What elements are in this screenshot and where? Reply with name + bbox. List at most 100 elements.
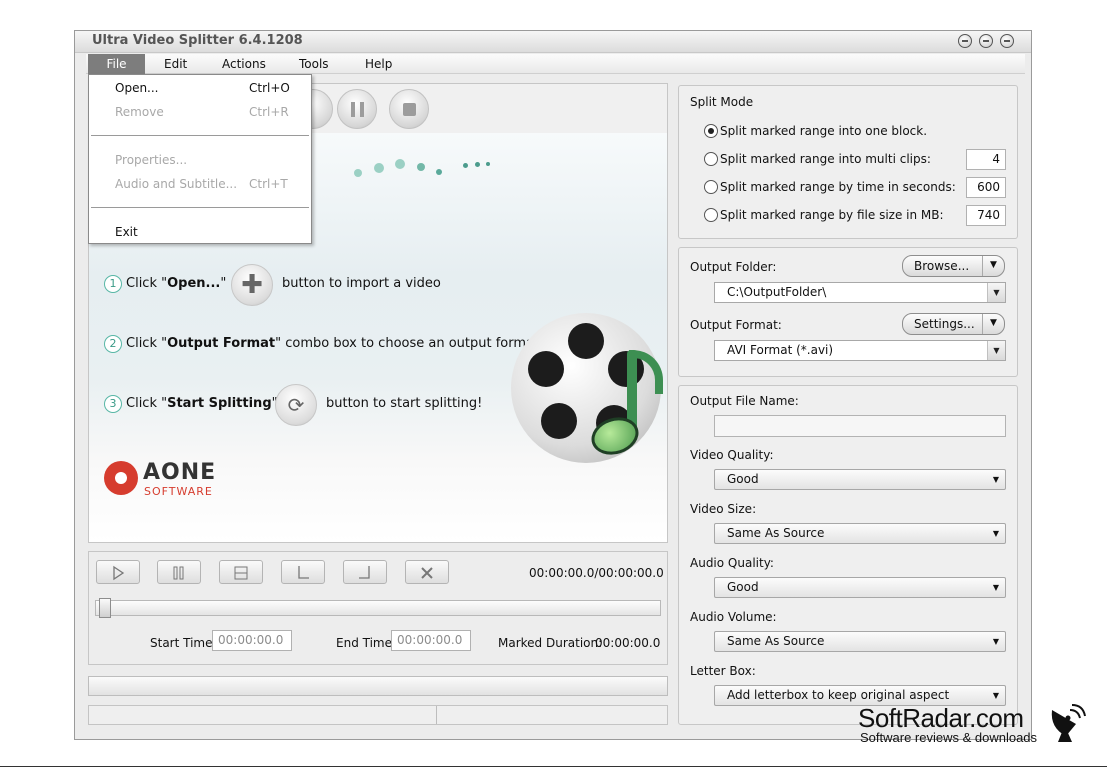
close-button[interactable] [1000,34,1014,48]
menu-item-audio-subtitle[interactable]: Audio and Subtitle... Ctrl+T [89,173,311,195]
satellite-dish-icon [1051,704,1086,742]
logo-subtext: SOFTWARE [144,485,213,498]
seek-slider[interactable] [95,600,661,616]
output-file-name-input[interactable] [714,415,1006,437]
decor-dot [395,159,405,169]
mark-end-icon [359,566,370,579]
mark-start-icon [298,566,309,579]
stop-button[interactable] [219,560,263,584]
chevron-down-icon: ▼ [992,583,999,592]
step-number: 3 [104,395,122,413]
stop-toolbar-button[interactable] [389,89,429,129]
time-seconds-input[interactable]: 600 [966,177,1006,198]
menu-help[interactable]: Help [355,54,402,74]
audio-quality-label: Audio Quality: [690,556,774,570]
browse-button[interactable]: Browse... ▼ [902,255,1005,277]
decor-dot [436,169,442,175]
minimize-button[interactable] [958,34,972,48]
play-icon [113,565,125,581]
logo-text: AONE [143,460,217,485]
step-keyword: Open... [167,276,221,291]
split-option-by-size[interactable]: Split marked range by file size in MB: [704,207,944,225]
chevron-down-icon: ▼ [982,256,1004,276]
start-time-label: Start Time: [150,636,217,650]
start-time-field[interactable]: 00:00:00.0 [212,630,292,651]
marked-duration-value: 00:00:00.0 [595,636,661,650]
mark-end-button[interactable] [343,560,387,584]
letter-box-label: Letter Box: [690,664,756,678]
video-size-select[interactable]: Same As Source ▼ [714,523,1006,544]
window-title: Ultra Video Splitter 6.4.1208 [92,33,303,48]
chevron-down-icon: ▼ [992,529,999,538]
menu-separator [91,207,309,208]
menu-edit[interactable]: Edit [154,54,197,74]
output-file-name-label: Output File Name: [690,394,799,408]
split-mode-panel: Split Mode Split marked range into one b… [678,85,1018,239]
menu-item-remove[interactable]: Remove Ctrl+R [89,101,311,123]
stop-icon [234,566,248,580]
stop-icon [403,103,416,116]
watermark-subtitle: Software reviews & downloads [860,730,1038,745]
chevron-down-icon[interactable]: ▼ [987,283,1005,302]
step-keyword: Output Format [167,336,276,351]
refresh-icon: ⟳ [275,384,317,426]
chevron-down-icon: ▼ [992,475,999,484]
output-folder-combo[interactable]: C:\OutputFolder\ ▼ [714,282,1006,303]
file-menu-dropdown: Open... Ctrl+O Remove Ctrl+R Properties.… [88,74,312,244]
split-option-multi-clips[interactable]: Split marked range into multi clips: [704,151,931,169]
aone-logo-icon [104,461,138,495]
mark-start-button[interactable] [281,560,325,584]
menu-item-open[interactable]: Open... Ctrl+O [89,77,311,99]
menu-tools[interactable]: Tools [289,54,339,74]
output-format-label: Output Format: [690,318,782,332]
chevron-down-icon: ▼ [992,637,999,646]
chevron-down-icon[interactable]: ▼ [987,341,1005,360]
app-window: Ultra Video Splitter 6.4.1208 File Edit … [74,30,1032,740]
step-number: 1 [104,275,122,293]
split-option-one-block[interactable]: Split marked range into one block. [704,123,927,141]
decor-dot [354,169,362,177]
player-panel: 00:00:00.0/00:00:00.0 Start Time: 00:00:… [88,551,668,665]
pause-button[interactable] [157,560,201,584]
radio-button[interactable] [704,152,718,166]
end-time-field[interactable]: 00:00:00.0 [391,630,471,651]
chevron-down-icon: ▼ [982,314,1004,334]
output-format-combo[interactable]: AVI Format (*.avi) ▼ [714,340,1006,361]
file-size-mb-input[interactable]: 740 [966,205,1006,226]
multi-clips-count-input[interactable]: 4 [966,149,1006,170]
pause-icon [351,102,364,117]
radio-button[interactable] [704,208,718,222]
encoding-options-panel: Output File Name: Video Quality: Good ▼ … [678,385,1018,725]
audio-volume-select[interactable]: Same As Source ▼ [714,631,1006,652]
radio-button[interactable] [704,124,718,138]
menu-item-exit[interactable]: Exit [89,221,311,243]
pause-icon [173,566,184,580]
seek-slider-thumb[interactable] [99,598,111,618]
step-1: 1 Click "Open..." [104,273,226,295]
pause-toolbar-button[interactable] [337,89,377,129]
split-option-by-time[interactable]: Split marked range by time in seconds: [704,179,956,197]
decor-dot [486,162,490,166]
settings-button[interactable]: Settings... ▼ [902,313,1005,335]
radio-button[interactable] [704,180,718,194]
status-bar [88,705,668,725]
title-bar: Ultra Video Splitter 6.4.1208 [75,31,1031,53]
video-quality-select[interactable]: Good ▼ [714,469,1006,490]
maximize-button[interactable] [979,34,993,48]
clear-marks-button[interactable] [405,560,449,584]
video-size-label: Video Size: [690,502,757,516]
step-number: 2 [104,335,122,353]
step-2: 2 Click "Output Format" combo box to choo… [104,333,539,355]
menu-file[interactable]: File [88,54,145,74]
progress-bar [88,676,668,696]
menu-item-properties[interactable]: Properties... [89,149,311,171]
video-quality-label: Video Quality: [690,448,774,462]
marked-duration-label: Marked Duration: [498,636,603,650]
decor-dot [463,163,468,168]
close-icon [421,567,433,579]
menu-actions[interactable]: Actions [212,54,276,74]
audio-quality-select[interactable]: Good ▼ [714,577,1006,598]
step-1-suffix: button to import a video [282,276,441,291]
add-icon: ✚ [231,264,273,306]
play-button[interactable] [96,560,140,584]
